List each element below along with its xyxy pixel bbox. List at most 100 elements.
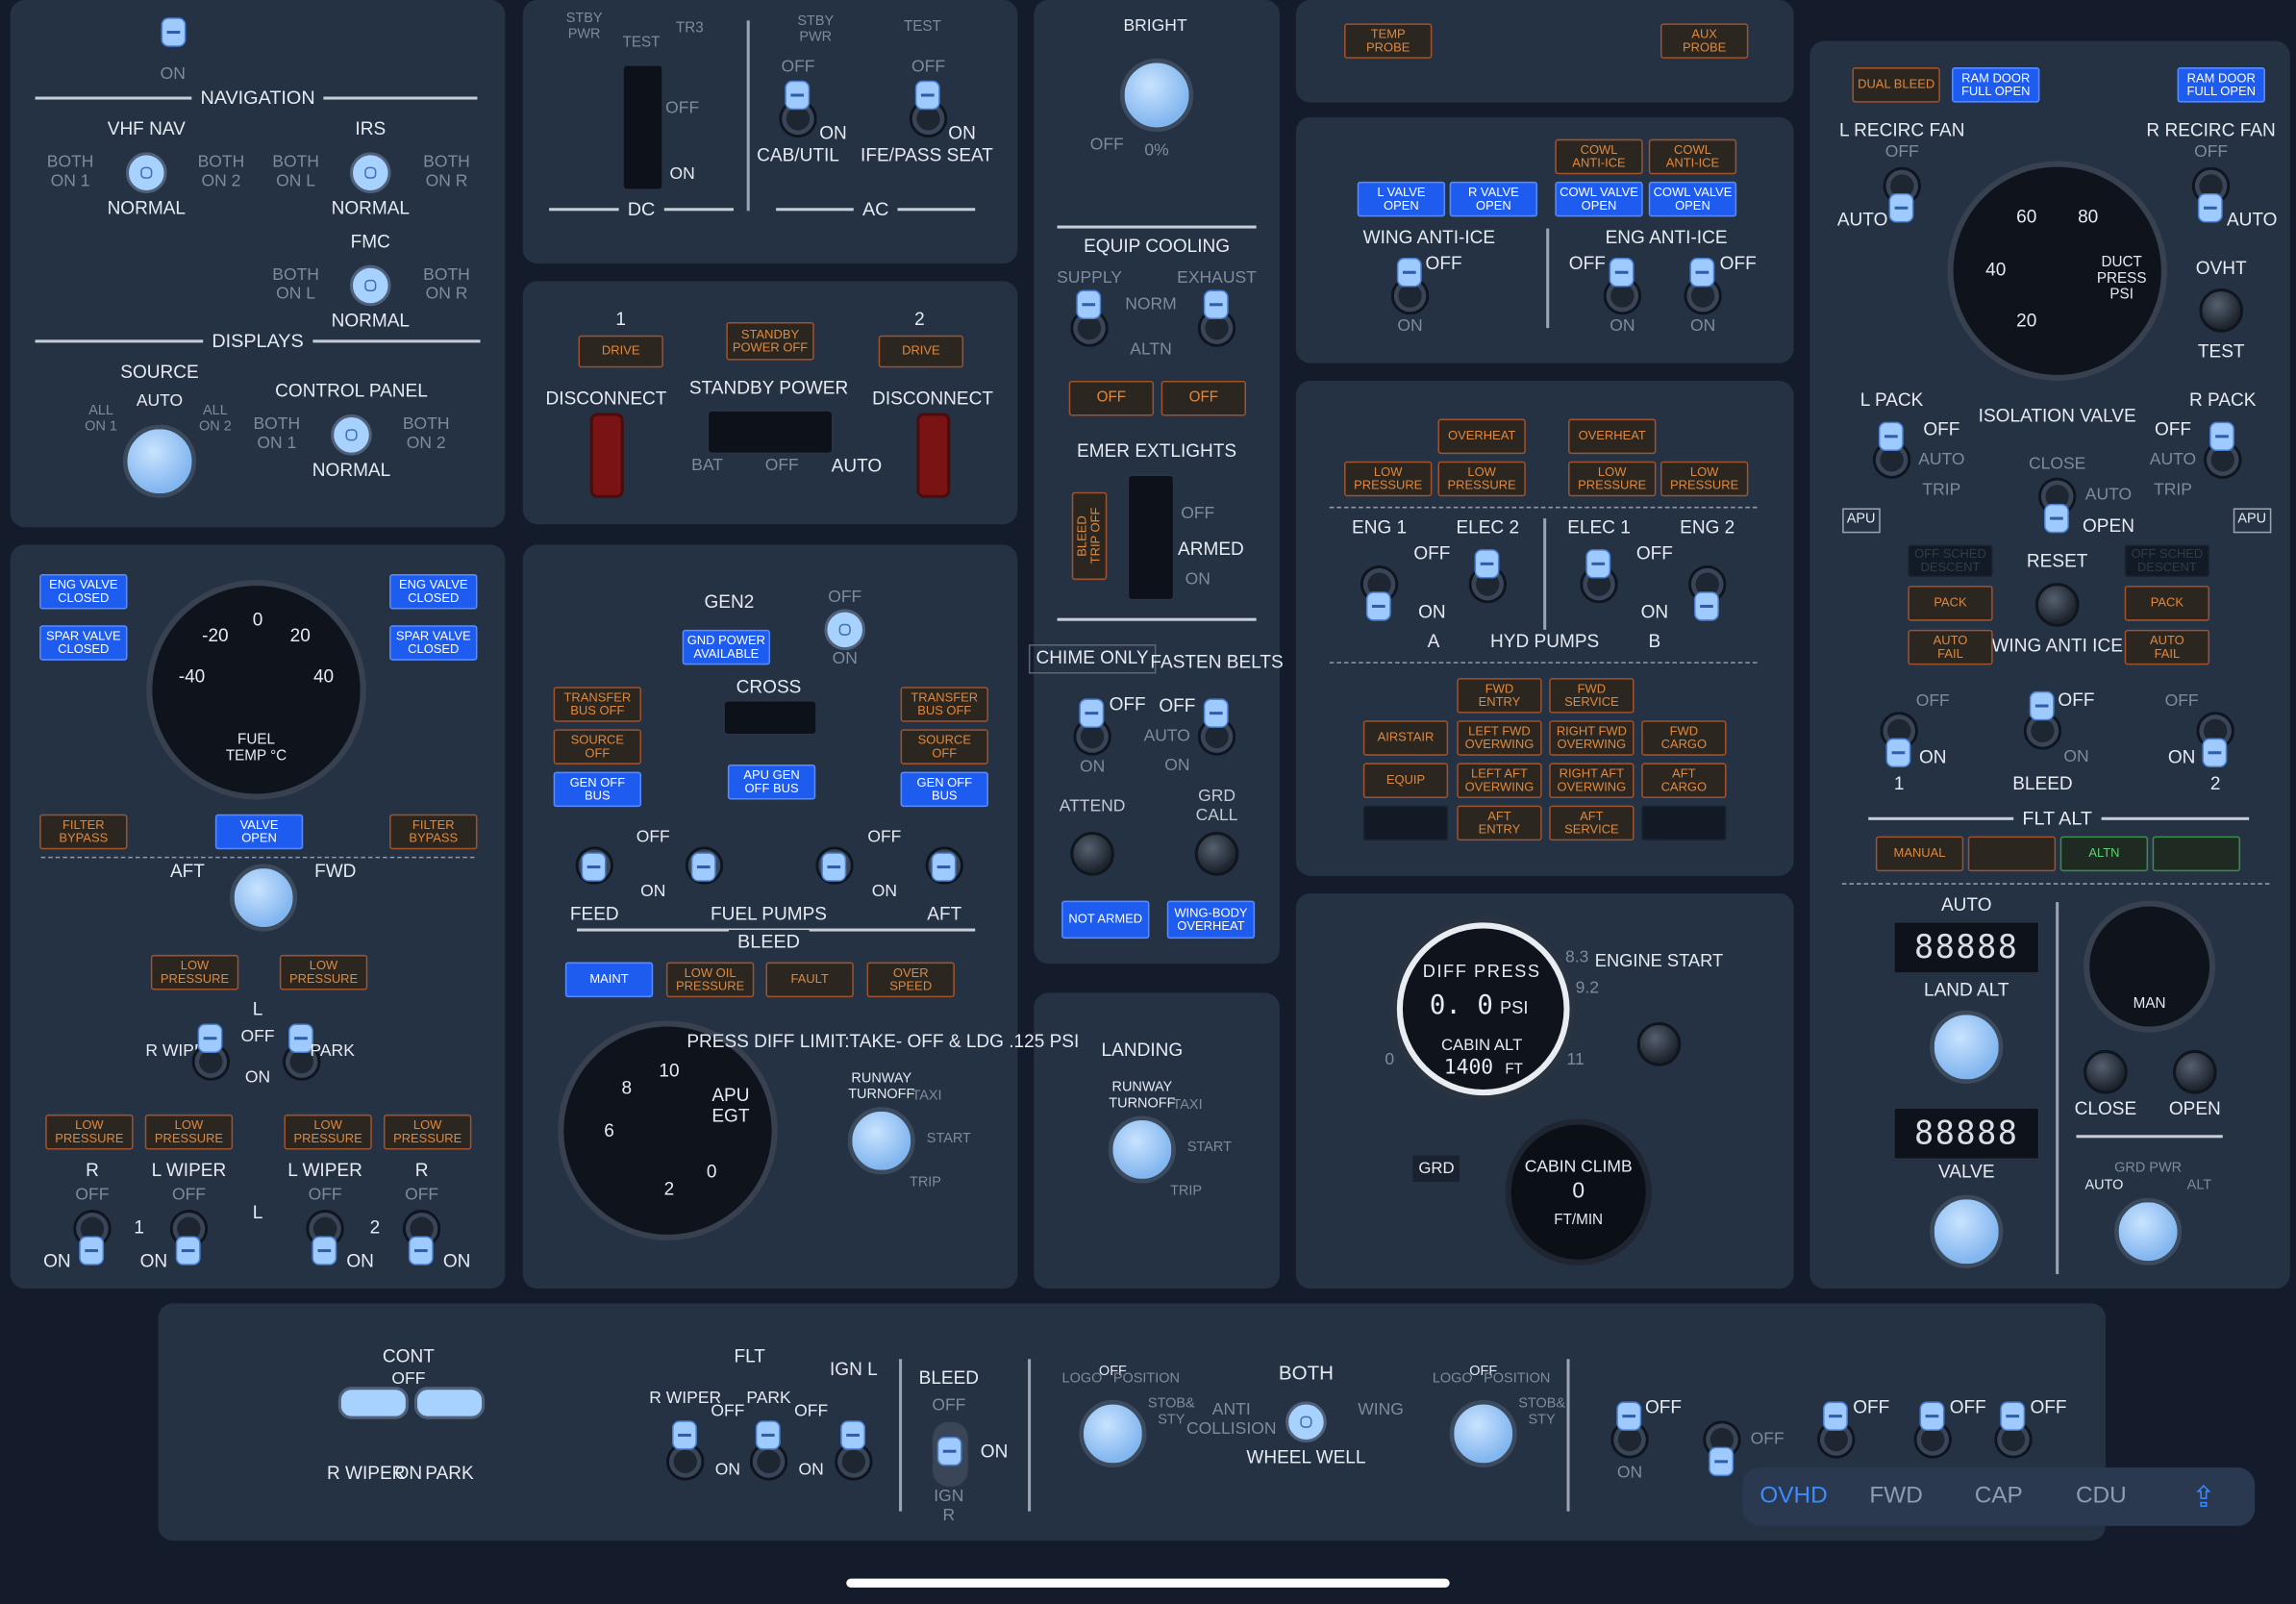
wing-anti-ice-lever[interactable]: [1396, 258, 1422, 288]
trip-reset-button[interactable]: [2034, 583, 2080, 627]
gen1-lever[interactable]: [581, 852, 607, 882]
fmc-selector[interactable]: [349, 264, 391, 307]
l-pack-lever[interactable]: [1878, 421, 1904, 452]
rule-equip-cooling: [1057, 225, 1257, 228]
ann-aft-entry: AFT ENTRY: [1457, 805, 1542, 841]
isolation-valve-lever[interactable]: [2043, 503, 2069, 534]
landing-light-l-switch[interactable]: [337, 1387, 409, 1419]
label-landing-r: PARK: [425, 1463, 474, 1484]
eng1-anti-ice-lever[interactable]: [1609, 258, 1635, 288]
disconnect-2-guard[interactable]: [916, 413, 951, 498]
crossfeed-selector[interactable]: [230, 864, 298, 932]
l-wiper-knob[interactable]: [847, 1107, 915, 1175]
ignition-selector[interactable]: [1285, 1401, 1327, 1443]
label-fmc-normal: NORMAL: [331, 310, 411, 332]
center-pump-l-lever[interactable]: [197, 1023, 223, 1053]
landing-light-r-switch[interactable]: [413, 1387, 486, 1419]
engine-start-1-knob[interactable]: [1079, 1399, 1147, 1467]
alt-horn-cutout-button[interactable]: [1636, 1021, 1682, 1066]
irs-selector[interactable]: [349, 152, 391, 194]
switch-top-lever[interactable]: [161, 17, 187, 47]
cab-util-lever[interactable]: [785, 80, 811, 111]
label-isolation-valve: ISOLATION VALVE: [1978, 405, 2136, 427]
ife-pass-seat-lever[interactable]: [914, 80, 940, 111]
hyd-elec2-lever[interactable]: [1474, 549, 1500, 579]
anti-collision-lever[interactable]: [1823, 1401, 1848, 1431]
cabin-alt-label: CABIN ALT: [1440, 1037, 1523, 1055]
taxi-lever[interactable]: [840, 1420, 866, 1450]
pressurization-mode-knob[interactable]: [2114, 1197, 2183, 1266]
engine-start-2-knob[interactable]: [1449, 1399, 1517, 1467]
grd-pwr-switch[interactable]: [824, 609, 866, 651]
standby-power-switch[interactable]: [707, 410, 834, 455]
supply-lever[interactable]: [1076, 289, 1102, 319]
tab-ovhd[interactable]: OVHD: [1742, 1484, 1845, 1510]
land-alt-knob[interactable]: [1930, 1194, 2004, 1268]
apu-gen-1-lever[interactable]: [690, 852, 716, 882]
label-fwd-1: L WIPER: [151, 1160, 227, 1181]
fasten-belts-lever[interactable]: [1203, 698, 1229, 728]
label-l-recirc-off: OFF: [1884, 143, 1919, 162]
runway-turnoff-r-lever[interactable]: [755, 1420, 781, 1450]
ovht-test-button[interactable]: [2199, 288, 2244, 333]
label-aft2-off: OFF: [405, 1186, 439, 1204]
chime-lever[interactable]: [1079, 698, 1105, 728]
position-lever[interactable]: [1709, 1446, 1734, 1477]
label-hyd-a-off: OFF: [1413, 542, 1451, 564]
label-disconnect-2: DISCONNECT: [872, 388, 994, 409]
ann-call[interactable]: NOT ARMED: [1061, 900, 1150, 940]
dc-meter-selector[interactable]: [622, 64, 663, 190]
attend-button[interactable]: [1070, 832, 1114, 876]
emer-exit-lights-switch[interactable]: [1127, 474, 1175, 601]
hyd-eng1-lever[interactable]: [1365, 591, 1391, 621]
eng2-anti-ice-lever[interactable]: [1689, 258, 1715, 288]
panel-brightness-knob[interactable]: [1120, 58, 1194, 133]
label-source-auto: AUTO: [136, 392, 184, 411]
aft-pump-1-lever[interactable]: [79, 1236, 105, 1266]
fwd-pump-1-lever[interactable]: [175, 1236, 201, 1266]
duct-press-tick-40: 40: [1985, 259, 2007, 280]
control-panel-selector[interactable]: [331, 414, 372, 456]
source-selector-knob[interactable]: [122, 424, 197, 498]
r-wiper-knob[interactable]: [1108, 1115, 1176, 1184]
apu-gen-2-lever[interactable]: [821, 852, 847, 882]
wheel-well-lever[interactable]: [2000, 1401, 2026, 1431]
r-recirc-fan-lever[interactable]: [2197, 193, 2223, 223]
flt-alt-knob[interactable]: [1930, 1010, 2004, 1084]
hyd-elec1-lever[interactable]: [1585, 549, 1611, 579]
hyd-eng2-lever[interactable]: [1693, 591, 1719, 621]
bleed-1-lever[interactable]: [1885, 738, 1911, 767]
l-recirc-fan-lever[interactable]: [1888, 193, 1914, 223]
runway-turnoff-l-lever[interactable]: [672, 1420, 697, 1450]
fuel-temp-tick-m40: -40: [178, 665, 206, 688]
exhaust-lever[interactable]: [1203, 289, 1229, 319]
logo-lever[interactable]: [1616, 1401, 1642, 1431]
ann-blank-left: [1362, 805, 1449, 841]
label-l-wiper-park: RUNWAY TURNOFF: [848, 1070, 915, 1103]
label-rwy-l-off: OFF: [711, 1402, 745, 1421]
disconnect-1-guard[interactable]: [589, 413, 624, 498]
tab-cdu[interactable]: CDU: [2050, 1484, 2153, 1510]
aft-pump-2-lever[interactable]: [408, 1236, 434, 1266]
fwd-pump-2-lever[interactable]: [312, 1236, 337, 1266]
tab-cap[interactable]: CAP: [1947, 1484, 2050, 1510]
bleed-2-lever[interactable]: [2202, 738, 2228, 767]
label-r-recirc-fan: R RECIRC FAN: [2146, 119, 2276, 141]
label-rwy-l-on: ON: [714, 1461, 741, 1480]
wing-lights-lever[interactable]: [1919, 1401, 1945, 1431]
label-gen-on-r: ON: [871, 883, 897, 901]
apu-start-lever[interactable]: [936, 1436, 962, 1466]
apu-bleed-lever[interactable]: [2029, 690, 2055, 721]
grd-call-button[interactable]: [1194, 832, 1239, 876]
gen2-lever[interactable]: [931, 852, 957, 882]
ann-crossfeed-valve-open: VALVE OPEN: [214, 814, 304, 850]
share-icon[interactable]: ⇪: [2153, 1478, 2256, 1515]
r-pack-lever[interactable]: [2209, 421, 2234, 452]
home-indicator[interactable]: [846, 1578, 1450, 1588]
tab-fwd[interactable]: FWD: [1845, 1484, 1948, 1510]
outflow-close-button[interactable]: [2084, 1049, 2128, 1094]
outflow-open-button[interactable]: [2172, 1049, 2217, 1094]
bus-trans-switch[interactable]: [723, 699, 817, 736]
heading-apu: BLEED: [728, 930, 810, 952]
vhf-nav-selector[interactable]: [125, 152, 167, 194]
